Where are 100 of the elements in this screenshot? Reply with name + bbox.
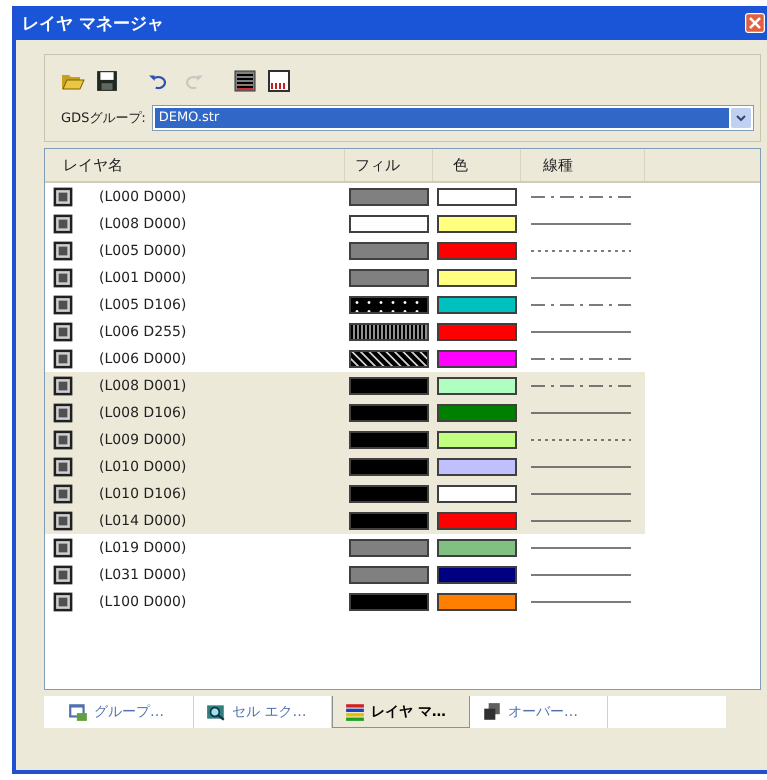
layer-icon[interactable] — [53, 430, 73, 450]
layer-row[interactable]: (L008 D001) — [45, 372, 645, 399]
layer-icon[interactable] — [53, 322, 73, 342]
line-style-sample[interactable] — [531, 194, 631, 198]
all-layers-icon[interactable] — [267, 70, 291, 92]
layer-icon[interactable] — [53, 484, 73, 504]
fill-swatch[interactable] — [349, 322, 429, 340]
column-header[interactable]: レイヤ名 — [45, 149, 345, 181]
stack-icon — [482, 702, 502, 722]
line-style-sample[interactable] — [531, 410, 631, 414]
layer-icon[interactable] — [53, 456, 73, 476]
line-style-sample[interactable] — [531, 546, 631, 550]
layer-row[interactable]: (L008 D106) — [45, 399, 645, 426]
layer-icon[interactable] — [53, 214, 73, 234]
line-style-sample[interactable] — [531, 572, 631, 576]
layer-name: (L008 D000) — [99, 216, 186, 232]
color-swatch[interactable] — [437, 322, 517, 340]
line-style-sample[interactable] — [531, 248, 631, 252]
layer-row[interactable]: (L014 D000) — [45, 507, 645, 534]
layer-icon[interactable] — [53, 294, 73, 314]
color-swatch[interactable] — [437, 268, 517, 286]
color-swatch[interactable] — [437, 566, 517, 584]
color-swatch[interactable] — [437, 512, 517, 530]
layer-row[interactable]: (L005 D106) — [45, 291, 645, 318]
fill-swatch[interactable] — [349, 350, 429, 368]
layer-icon[interactable] — [53, 402, 73, 422]
fill-swatch[interactable] — [349, 484, 429, 502]
layer-icon[interactable] — [53, 564, 73, 584]
fill-swatch[interactable] — [349, 592, 429, 610]
column-header[interactable]: 色 — [433, 149, 521, 181]
layer-row[interactable]: (L010 D106) — [45, 480, 645, 507]
layer-row[interactable]: (L031 D000) — [45, 561, 645, 588]
layers-grid-icon[interactable] — [233, 70, 257, 92]
line-style-sample[interactable] — [531, 222, 631, 226]
fill-swatch[interactable] — [349, 268, 429, 286]
layer-row[interactable]: (L019 D000) — [45, 534, 645, 561]
line-style-sample[interactable] — [531, 492, 631, 496]
fill-swatch[interactable] — [349, 214, 429, 232]
layer-name: (L005 D000) — [99, 242, 186, 258]
color-swatch[interactable] — [437, 376, 517, 394]
layer-row[interactable]: (L006 D000) — [45, 345, 645, 372]
layer-row[interactable]: (L006 D255) — [45, 318, 645, 345]
line-style-sample[interactable] — [531, 276, 631, 280]
layer-icon[interactable] — [53, 510, 73, 530]
panel-tab[interactable]: レイヤ マ… — [332, 696, 470, 728]
color-swatch[interactable] — [437, 350, 517, 368]
color-swatch[interactable] — [437, 458, 517, 476]
layer-row[interactable]: (L100 D000) — [45, 588, 645, 615]
fill-swatch[interactable] — [349, 430, 429, 448]
fill-swatch[interactable] — [349, 188, 429, 206]
line-style-sample[interactable] — [531, 384, 631, 388]
layer-icon[interactable] — [53, 592, 73, 612]
line-style-sample[interactable] — [531, 356, 631, 360]
color-swatch[interactable] — [437, 296, 517, 314]
line-style-sample[interactable] — [531, 464, 631, 468]
layer-name: (L031 D000) — [99, 566, 186, 582]
layer-row[interactable]: (L005 D000) — [45, 237, 645, 264]
layer-icon[interactable] — [53, 268, 73, 288]
line-style-sample[interactable] — [531, 438, 631, 442]
layer-name: (L014 D000) — [99, 512, 186, 528]
fill-swatch[interactable] — [349, 458, 429, 476]
color-swatch[interactable] — [437, 404, 517, 422]
save-icon[interactable] — [95, 70, 119, 92]
fill-swatch[interactable] — [349, 296, 429, 314]
color-swatch[interactable] — [437, 430, 517, 448]
column-header[interactable]: 線種 — [521, 149, 645, 181]
layer-row[interactable]: (L009 D000) — [45, 426, 645, 453]
layer-icon[interactable] — [53, 348, 73, 368]
layer-row[interactable]: (L010 D000) — [45, 453, 645, 480]
fill-swatch[interactable] — [349, 566, 429, 584]
layer-name: (L008 D001) — [99, 378, 186, 394]
close-icon[interactable] — [745, 13, 765, 33]
color-swatch[interactable] — [437, 242, 517, 260]
color-swatch[interactable] — [437, 188, 517, 206]
color-swatch[interactable] — [437, 484, 517, 502]
fill-swatch[interactable] — [349, 376, 429, 394]
panel-tab[interactable]: オーバー… — [470, 696, 608, 728]
line-style-sample[interactable] — [531, 302, 631, 306]
line-style-sample[interactable] — [531, 600, 631, 604]
fill-swatch[interactable] — [349, 538, 429, 556]
layer-row[interactable]: (L001 D000) — [45, 264, 645, 291]
line-style-sample[interactable] — [531, 330, 631, 334]
fill-swatch[interactable] — [349, 404, 429, 422]
layer-name: (L010 D106) — [99, 486, 186, 502]
layer-icon[interactable] — [53, 186, 73, 206]
fill-swatch[interactable] — [349, 512, 429, 530]
group-label: GDSグループ: — [61, 110, 146, 127]
layer-icon[interactable] — [53, 376, 73, 396]
color-swatch[interactable] — [437, 592, 517, 610]
layer-row[interactable]: (L008 D000) — [45, 210, 645, 237]
color-swatch[interactable] — [437, 538, 517, 556]
group-dropdown[interactable]: DEMO.str — [152, 105, 754, 131]
panel-tab[interactable]: グループ… — [56, 696, 194, 728]
layer-icon[interactable] — [53, 240, 73, 260]
layer-icon[interactable] — [53, 538, 73, 558]
column-header[interactable]: フィル — [345, 149, 433, 181]
fill-swatch[interactable] — [349, 242, 429, 260]
line-style-sample[interactable] — [531, 518, 631, 522]
color-swatch[interactable] — [437, 214, 517, 232]
layer-row[interactable]: (L000 D000) — [45, 183, 645, 210]
